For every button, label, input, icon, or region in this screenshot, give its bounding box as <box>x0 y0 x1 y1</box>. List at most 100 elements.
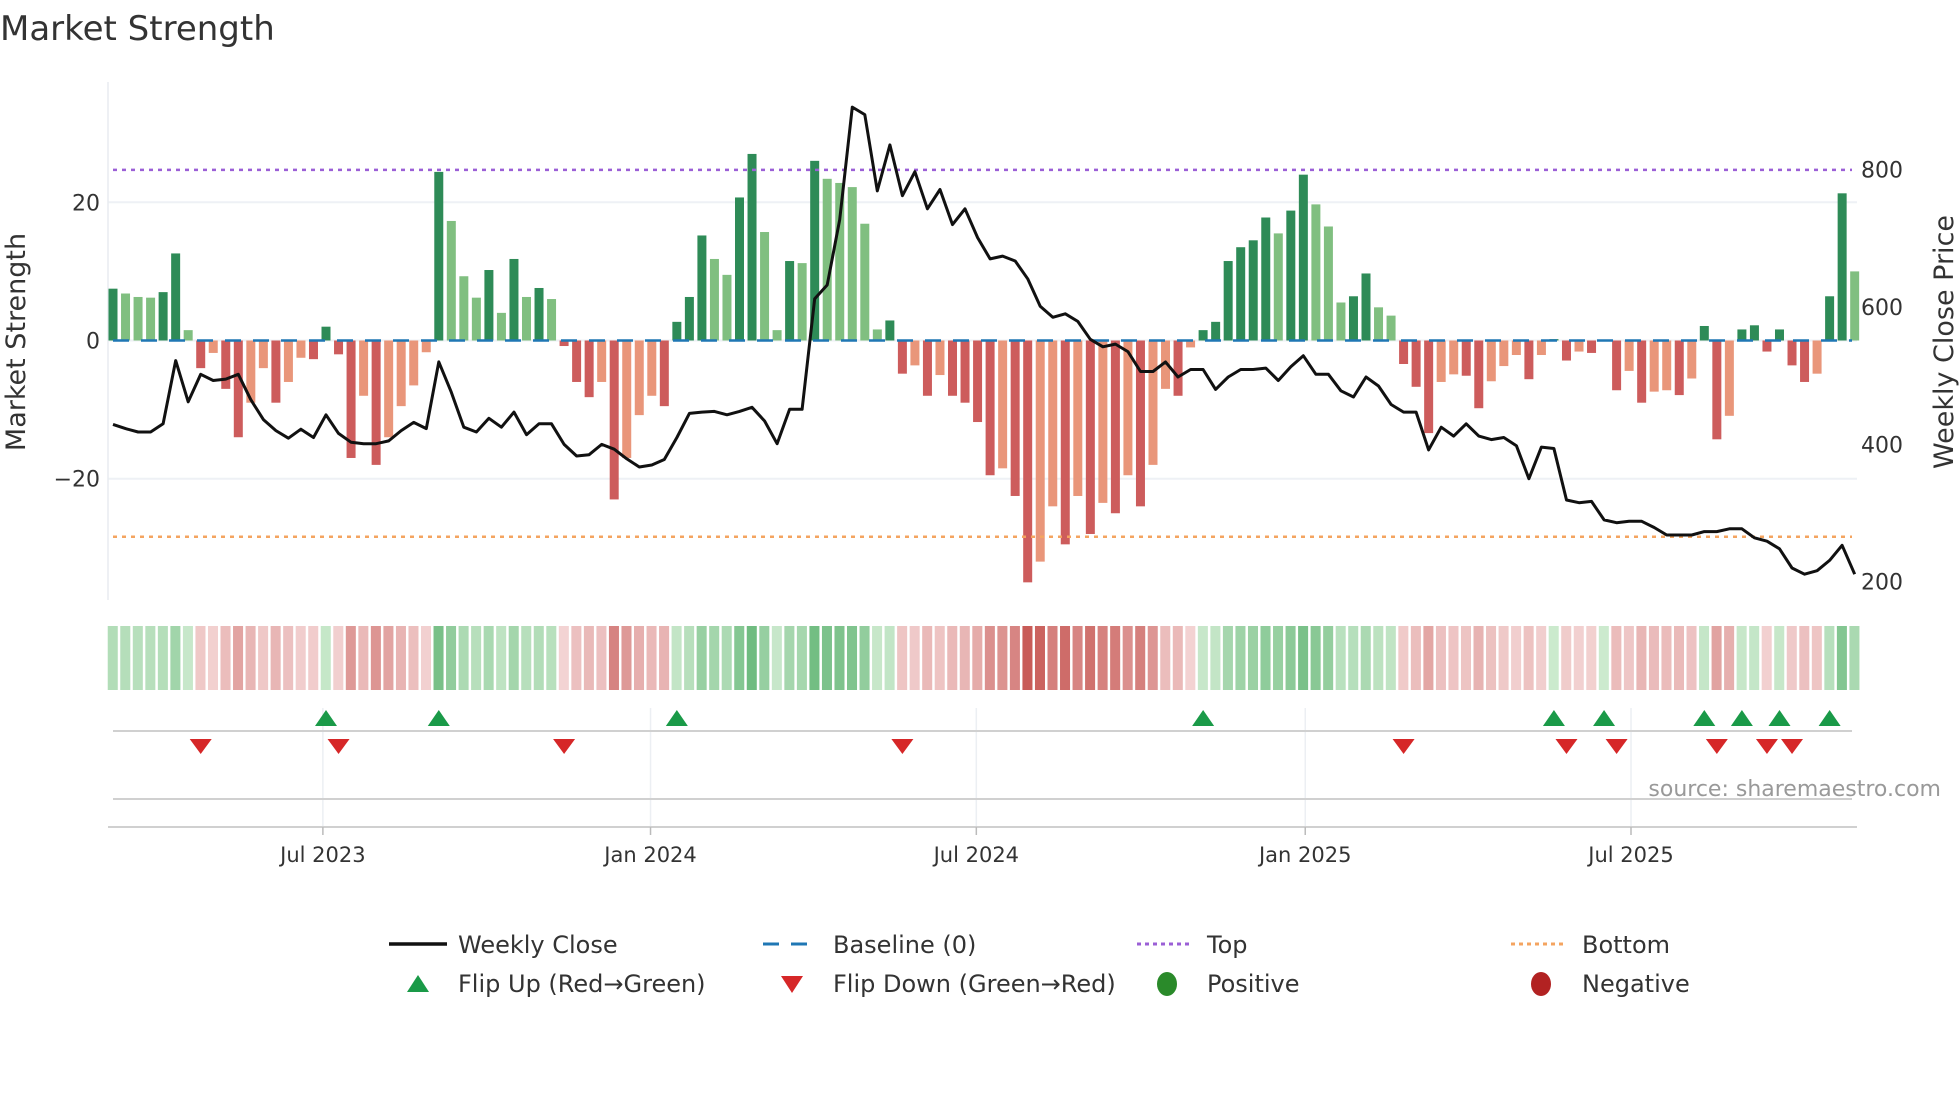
strip-cell <box>546 626 557 690</box>
negative-bar <box>1612 340 1622 391</box>
negative-bar <box>1687 340 1697 379</box>
positive-bar <box>1248 240 1258 341</box>
negative-bar <box>1098 340 1108 503</box>
x-tick-label: Jan 2025 <box>1257 843 1352 867</box>
strip-cell <box>696 626 707 690</box>
negative-bar <box>221 340 231 389</box>
strip-cell <box>1661 626 1672 690</box>
strip-cell <box>1222 626 1233 690</box>
strip-cell <box>1085 626 1096 690</box>
negative-bar <box>1399 340 1409 364</box>
legend-item-bottom[interactable]: Bottom <box>1511 931 1670 959</box>
strip-cell <box>1009 626 1020 690</box>
legend-label: Baseline (0) <box>833 931 976 959</box>
strip-cell <box>1185 626 1196 690</box>
strip-cell <box>395 626 406 690</box>
strip-cell <box>1373 626 1384 690</box>
strip-cell <box>145 626 156 690</box>
strip-cell <box>496 626 507 690</box>
strip-cell <box>120 626 131 690</box>
negative-bar <box>1424 340 1434 434</box>
strip-cell <box>358 626 369 690</box>
strip-cell <box>709 626 720 690</box>
legend-item-baseline[interactable]: Baseline (0) <box>763 931 976 959</box>
strip-cell <box>195 626 206 690</box>
legend-item-flip-down[interactable]: Flip Down (Green→Red) <box>781 970 1116 998</box>
y2-tick-label: 800 <box>1861 159 1903 184</box>
flip-up-marker <box>427 710 450 726</box>
strip-cell <box>1648 626 1659 690</box>
strip-cell <box>884 626 895 690</box>
negative-bar <box>1762 340 1772 352</box>
positive-bar <box>1737 329 1747 341</box>
green-circle-icon <box>1157 972 1177 996</box>
legend-label: Negative <box>1582 970 1690 998</box>
x-tick-label: Jul 2025 <box>1586 843 1673 867</box>
flip-down-marker <box>1755 739 1778 754</box>
flip-up-marker <box>1730 710 1753 726</box>
right-axis-title: Weekly Close Price <box>1929 215 1960 469</box>
positive-bar <box>684 296 694 341</box>
negative-bar <box>897 340 907 374</box>
strip-cell <box>684 626 695 690</box>
negative-bar <box>1624 340 1634 371</box>
strip-cell <box>1147 626 1158 690</box>
strip-cell <box>1047 626 1058 690</box>
legend-item-positive[interactable]: Positive <box>1157 970 1300 998</box>
negative-bar <box>1048 340 1058 507</box>
strip-cell <box>446 626 457 690</box>
positive-bar <box>747 153 757 341</box>
negative-bar <box>196 340 206 369</box>
strip-cell <box>1623 626 1634 690</box>
positive-bar <box>672 321 682 341</box>
positive-bar <box>1774 329 1784 341</box>
strip-cell <box>182 626 193 690</box>
legend-item-weekly-close[interactable]: Weekly Close <box>389 931 618 959</box>
negative-bar <box>1436 340 1446 382</box>
negative-bar <box>1023 340 1033 583</box>
strip-cell <box>1110 626 1121 690</box>
strip-cell <box>1360 626 1371 690</box>
x-tick-label: Jan 2024 <box>602 843 697 867</box>
strip-cell <box>1523 626 1534 690</box>
strip-cell <box>283 626 294 690</box>
negative-bar <box>1649 340 1659 392</box>
left-axis-title: Market Strength <box>1 233 32 451</box>
strip-cell <box>1611 626 1622 690</box>
strip-cell <box>1398 626 1409 690</box>
strip-cell <box>1498 626 1509 690</box>
strip-cell <box>583 626 594 690</box>
legend-item-top[interactable]: Top <box>1137 931 1248 959</box>
negative-bar <box>1411 340 1421 387</box>
flip-down-marker <box>1605 739 1628 754</box>
negative-bar <box>1511 340 1521 356</box>
strip-cell <box>934 626 945 690</box>
strip-cell <box>345 626 356 690</box>
strip-cell <box>909 626 920 690</box>
strip-cell <box>646 626 657 690</box>
market-strength-chart: Market Strength 200−20 800600400200 Mark… <box>0 9 1960 998</box>
strip-cell <box>608 626 619 690</box>
positive-bar <box>146 297 156 341</box>
flip-up-marker <box>315 710 338 726</box>
strip-cell <box>1761 626 1772 690</box>
positive-bar <box>1850 271 1860 341</box>
negative-bar <box>233 340 243 438</box>
positive-bar <box>446 220 456 341</box>
strip-cell <box>233 626 244 690</box>
x-axis-ticks: Jul 2023 Jan 2024 Jul 2024 Jan 2025 Jul 2025 <box>278 827 1674 867</box>
strip-cell <box>170 626 181 690</box>
negative-bar <box>1060 340 1070 545</box>
positive-bar <box>697 235 707 341</box>
legend-item-flip-up[interactable]: Flip Up (Red→Green) <box>407 970 706 998</box>
positive-bar <box>1825 296 1835 341</box>
positive-bar <box>1311 204 1321 341</box>
negative-bar <box>597 340 607 382</box>
strip-cell <box>1260 626 1271 690</box>
legend-item-negative[interactable]: Negative <box>1531 970 1690 998</box>
positive-bar <box>1361 273 1371 341</box>
positive-bar <box>1386 315 1396 341</box>
strip-cell <box>947 626 958 690</box>
strip-cell <box>420 626 432 690</box>
positive-bar <box>321 326 331 341</box>
